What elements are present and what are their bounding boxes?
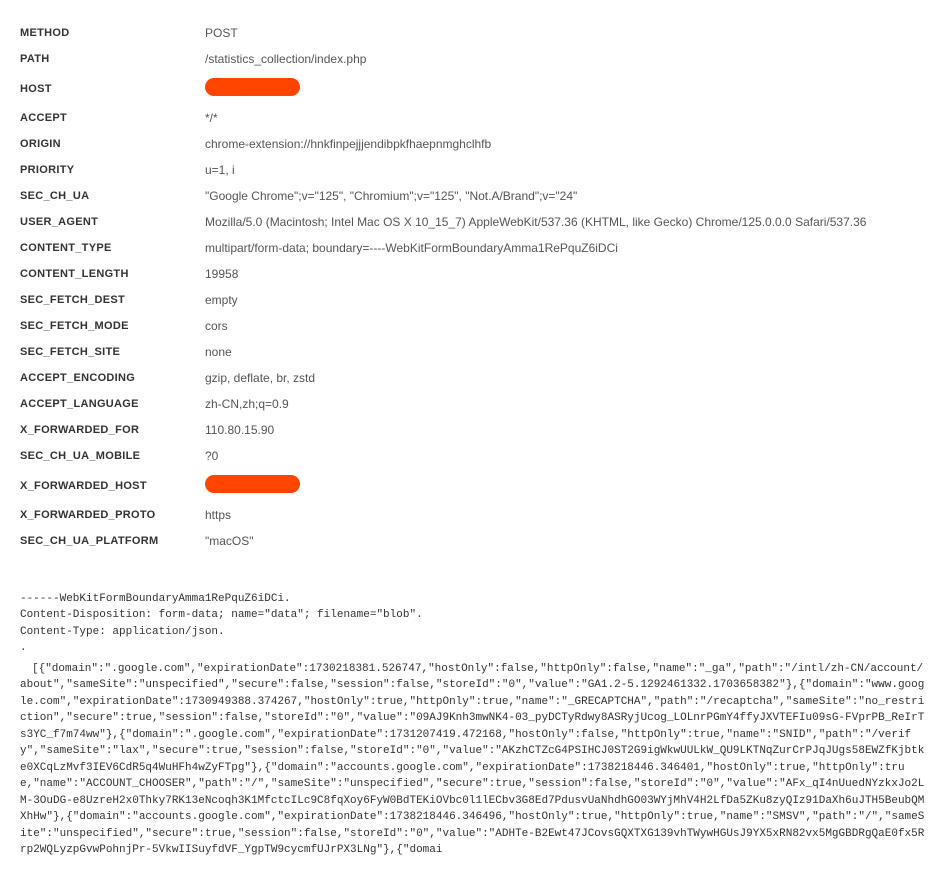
header-row: X_FORWARDED_FOR110.80.15.90 bbox=[20, 417, 927, 443]
header-key: METHOD bbox=[20, 27, 205, 39]
header-value: 19958 bbox=[205, 267, 927, 281]
header-value: Mozilla/5.0 (Macintosh; Intel Mac OS X 1… bbox=[205, 215, 927, 229]
header-row: CONTENT_TYPEmultipart/form-data; boundar… bbox=[20, 235, 927, 261]
body-json: [{"domain":".google.com","expirationDate… bbox=[20, 661, 927, 859]
header-value: /statistics_collection/index.php bbox=[205, 52, 927, 66]
redacted-value bbox=[205, 78, 300, 96]
header-value: none bbox=[205, 345, 927, 359]
header-row: X_FORWARDED_PROTOhttps bbox=[20, 502, 927, 528]
header-value: "Google Chrome";v="125", "Chromium";v="1… bbox=[205, 189, 927, 203]
header-key: ACCEPT_ENCODING bbox=[20, 372, 205, 384]
header-value: u=1, i bbox=[205, 163, 927, 177]
header-row: METHODPOST bbox=[20, 20, 927, 46]
header-row: SEC_FETCH_SITEnone bbox=[20, 339, 927, 365]
header-row: ACCEPT_LANGUAGEzh-CN,zh;q=0.9 bbox=[20, 391, 927, 417]
header-row: PRIORITYu=1, i bbox=[20, 157, 927, 183]
redacted-value bbox=[205, 475, 300, 493]
header-key: ORIGIN bbox=[20, 138, 205, 150]
header-value: chrome-extension://hnkfinpejjjendibpkfha… bbox=[205, 137, 927, 151]
request-body: ------WebKitFormBoundaryAmma1RePquZ6iDCi… bbox=[20, 574, 927, 859]
header-value: "macOS" bbox=[205, 534, 927, 548]
header-key: SEC_CH_UA_MOBILE bbox=[20, 450, 205, 462]
header-key: SEC_FETCH_SITE bbox=[20, 346, 205, 358]
header-key: X_FORWARDED_FOR bbox=[20, 424, 205, 436]
header-row: USER_AGENTMozilla/5.0 (Macintosh; Intel … bbox=[20, 209, 927, 235]
header-row: SEC_CH_UA_MOBILE?0 bbox=[20, 443, 927, 469]
header-row: SEC_FETCH_DESTempty bbox=[20, 287, 927, 313]
body-line: Content-Type: application/json. bbox=[20, 624, 927, 641]
header-key: CONTENT_LENGTH bbox=[20, 268, 205, 280]
header-key: PATH bbox=[20, 53, 205, 65]
body-line: Content-Disposition: form-data; name="da… bbox=[20, 607, 927, 624]
header-key: PRIORITY bbox=[20, 164, 205, 176]
header-key: ACCEPT_LANGUAGE bbox=[20, 398, 205, 410]
header-row: HOST bbox=[20, 72, 927, 105]
header-value: */* bbox=[205, 111, 927, 125]
header-value bbox=[205, 475, 927, 496]
header-row: SEC_CH_UA"Google Chrome";v="125", "Chrom… bbox=[20, 183, 927, 209]
header-key: SEC_CH_UA_PLATFORM bbox=[20, 535, 205, 547]
header-value: multipart/form-data; boundary=----WebKit… bbox=[205, 241, 927, 255]
header-row: ACCEPT_ENCODINGgzip, deflate, br, zstd bbox=[20, 365, 927, 391]
body-line: ------WebKitFormBoundaryAmma1RePquZ6iDCi… bbox=[20, 591, 927, 608]
header-value: https bbox=[205, 508, 927, 522]
header-key: ACCEPT bbox=[20, 112, 205, 124]
header-value: POST bbox=[205, 26, 927, 40]
headers-table: METHODPOSTPATH/statistics_collection/ind… bbox=[20, 20, 927, 554]
header-row: X_FORWARDED_HOST bbox=[20, 469, 927, 502]
header-key: X_FORWARDED_HOST bbox=[20, 480, 205, 492]
header-key: SEC_FETCH_MODE bbox=[20, 320, 205, 332]
header-key: SEC_FETCH_DEST bbox=[20, 294, 205, 306]
body-line: . bbox=[20, 640, 927, 657]
header-row: ACCEPT*/* bbox=[20, 105, 927, 131]
header-key: HOST bbox=[20, 83, 205, 95]
header-row: SEC_FETCH_MODEcors bbox=[20, 313, 927, 339]
header-row: CONTENT_LENGTH19958 bbox=[20, 261, 927, 287]
header-key: SEC_CH_UA bbox=[20, 190, 205, 202]
header-value: empty bbox=[205, 293, 927, 307]
header-key: CONTENT_TYPE bbox=[20, 242, 205, 254]
header-value: zh-CN,zh;q=0.9 bbox=[205, 397, 927, 411]
header-value: 110.80.15.90 bbox=[205, 423, 927, 437]
header-key: USER_AGENT bbox=[20, 216, 205, 228]
header-row: PATH/statistics_collection/index.php bbox=[20, 46, 927, 72]
header-key: X_FORWARDED_PROTO bbox=[20, 509, 205, 521]
header-row: ORIGINchrome-extension://hnkfinpejjjendi… bbox=[20, 131, 927, 157]
header-value: gzip, deflate, br, zstd bbox=[205, 371, 927, 385]
header-value bbox=[205, 78, 927, 99]
header-row: SEC_CH_UA_PLATFORM"macOS" bbox=[20, 528, 927, 554]
header-value: ?0 bbox=[205, 449, 927, 463]
header-value: cors bbox=[205, 319, 927, 333]
